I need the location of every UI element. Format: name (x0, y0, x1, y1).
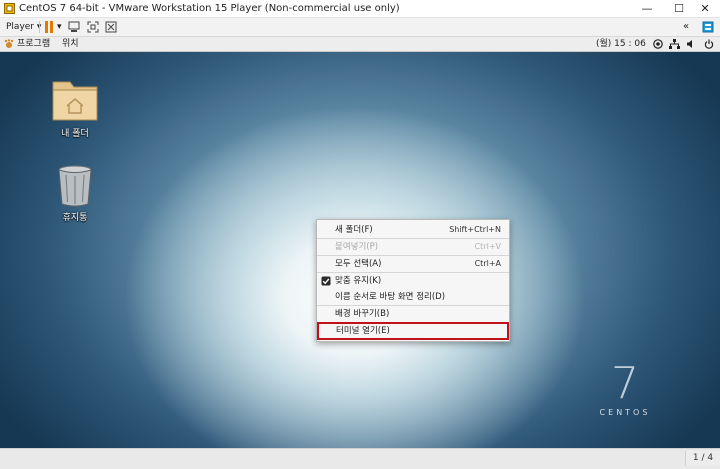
player-statusbar: 1 / 4 (0, 448, 720, 469)
menu-item-new-folder[interactable]: 새 폴더(F) Shift+Ctrl+N (317, 222, 509, 238)
menu-item-label: 붙여넣기(P) (335, 242, 379, 252)
pause-button[interactable]: ▾ (44, 20, 62, 34)
menu-item-select-all[interactable]: 모두 선택(A) Ctrl+A (317, 256, 509, 272)
desktop-icon-label: 휴지통 (62, 213, 88, 223)
close-button[interactable]: ✕ (690, 0, 720, 17)
desktop-context-menu: 새 폴더(F) Shift+Ctrl+N 붙여넣기(P) Ctrl+V 모두 선… (316, 219, 510, 342)
volume-icon[interactable] (686, 39, 696, 49)
fit-window-icon (87, 21, 99, 33)
unity-icon (105, 21, 117, 33)
chevron-down-icon: ▾ (57, 22, 62, 32)
window-title: CentOS 7 64-bit - VMware Workstation 15 … (19, 3, 400, 14)
computer-icon (68, 21, 80, 32)
foot-logo-icon (4, 39, 14, 48)
menu-item-shortcut: Shift+Ctrl+N (449, 225, 501, 234)
pause-icon (45, 21, 53, 33)
gnome-top-bar: 프로그램 위치 (월) 15 : 06 (0, 37, 720, 52)
network-icon[interactable] (669, 39, 680, 49)
collapse-toolbar-button[interactable]: « (683, 20, 695, 34)
window-titlebar: CentOS 7 64-bit - VMware Workstation 15 … (0, 0, 720, 18)
library-icon (702, 21, 714, 33)
menu-item-organize-by-name[interactable]: 이름 순서로 바탕 화면 정리(D) (317, 289, 509, 305)
desktop-icon-label: 내 폴더 (61, 129, 89, 139)
toolbar-divider (39, 21, 40, 33)
places-menu[interactable]: 위치 (62, 37, 79, 51)
fit-guest-button[interactable] (87, 20, 101, 34)
menu-item-label: 배경 바꾸기(B) (335, 309, 390, 319)
vmware-app-icon (4, 3, 15, 14)
guest-display[interactable]: 프로그램 위치 (월) 15 : 06 내 폴더 휴지통 7 CENTOS 새 … (0, 37, 720, 448)
clock[interactable]: (월) 15 : 06 (596, 37, 646, 51)
home-folder-icon (52, 81, 98, 121)
applications-menu[interactable]: 프로그램 (17, 37, 50, 51)
accessibility-icon[interactable] (653, 39, 663, 49)
menu-item-label: 이름 순서로 바탕 화면 정리(D) (335, 292, 446, 302)
menu-item-keep-aligned[interactable]: 맞춤 유지(K) (317, 273, 509, 289)
centos-logo: 7 CENTOS (590, 358, 660, 418)
power-icon[interactable] (704, 39, 714, 49)
centos-version-number: 7 (611, 358, 639, 409)
player-menu-button[interactable]: Player ▾ (6, 20, 41, 34)
menu-item-paste: 붙여넣기(P) Ctrl+V (317, 239, 509, 255)
menu-item-label: 맞춤 유지(K) (335, 276, 382, 286)
player-menu-label: Player (6, 22, 35, 32)
checkbox-checked-icon (321, 276, 331, 286)
menu-item-shortcut: Ctrl+V (474, 242, 501, 251)
menu-item-label: 모두 선택(A) (335, 259, 382, 269)
menu-item-label: 터미널 열기(E) (336, 326, 390, 336)
desktop-icon-trash[interactable]: 휴지통 (45, 164, 105, 223)
trash-icon (58, 165, 92, 207)
unity-button[interactable] (105, 20, 119, 34)
menu-item-open-terminal[interactable]: 터미널 열기(E) (317, 322, 509, 340)
vm-library-button[interactable] (702, 20, 716, 34)
desktop-icon-home[interactable]: 내 폴더 (45, 76, 105, 139)
page-indicator: 1 / 4 (685, 451, 720, 466)
menu-item-shortcut: Ctrl+A (474, 259, 501, 268)
menu-item-change-background[interactable]: 배경 바꾸기(B) (317, 306, 509, 322)
centos-wordmark: CENTOS (599, 408, 651, 417)
menu-item-label: 새 폴더(F) (335, 225, 373, 235)
minimize-button[interactable]: — (632, 0, 662, 17)
player-toolbar: Player ▾ ▾ « (0, 18, 720, 37)
send-ctrl-alt-del-button[interactable] (68, 20, 82, 34)
